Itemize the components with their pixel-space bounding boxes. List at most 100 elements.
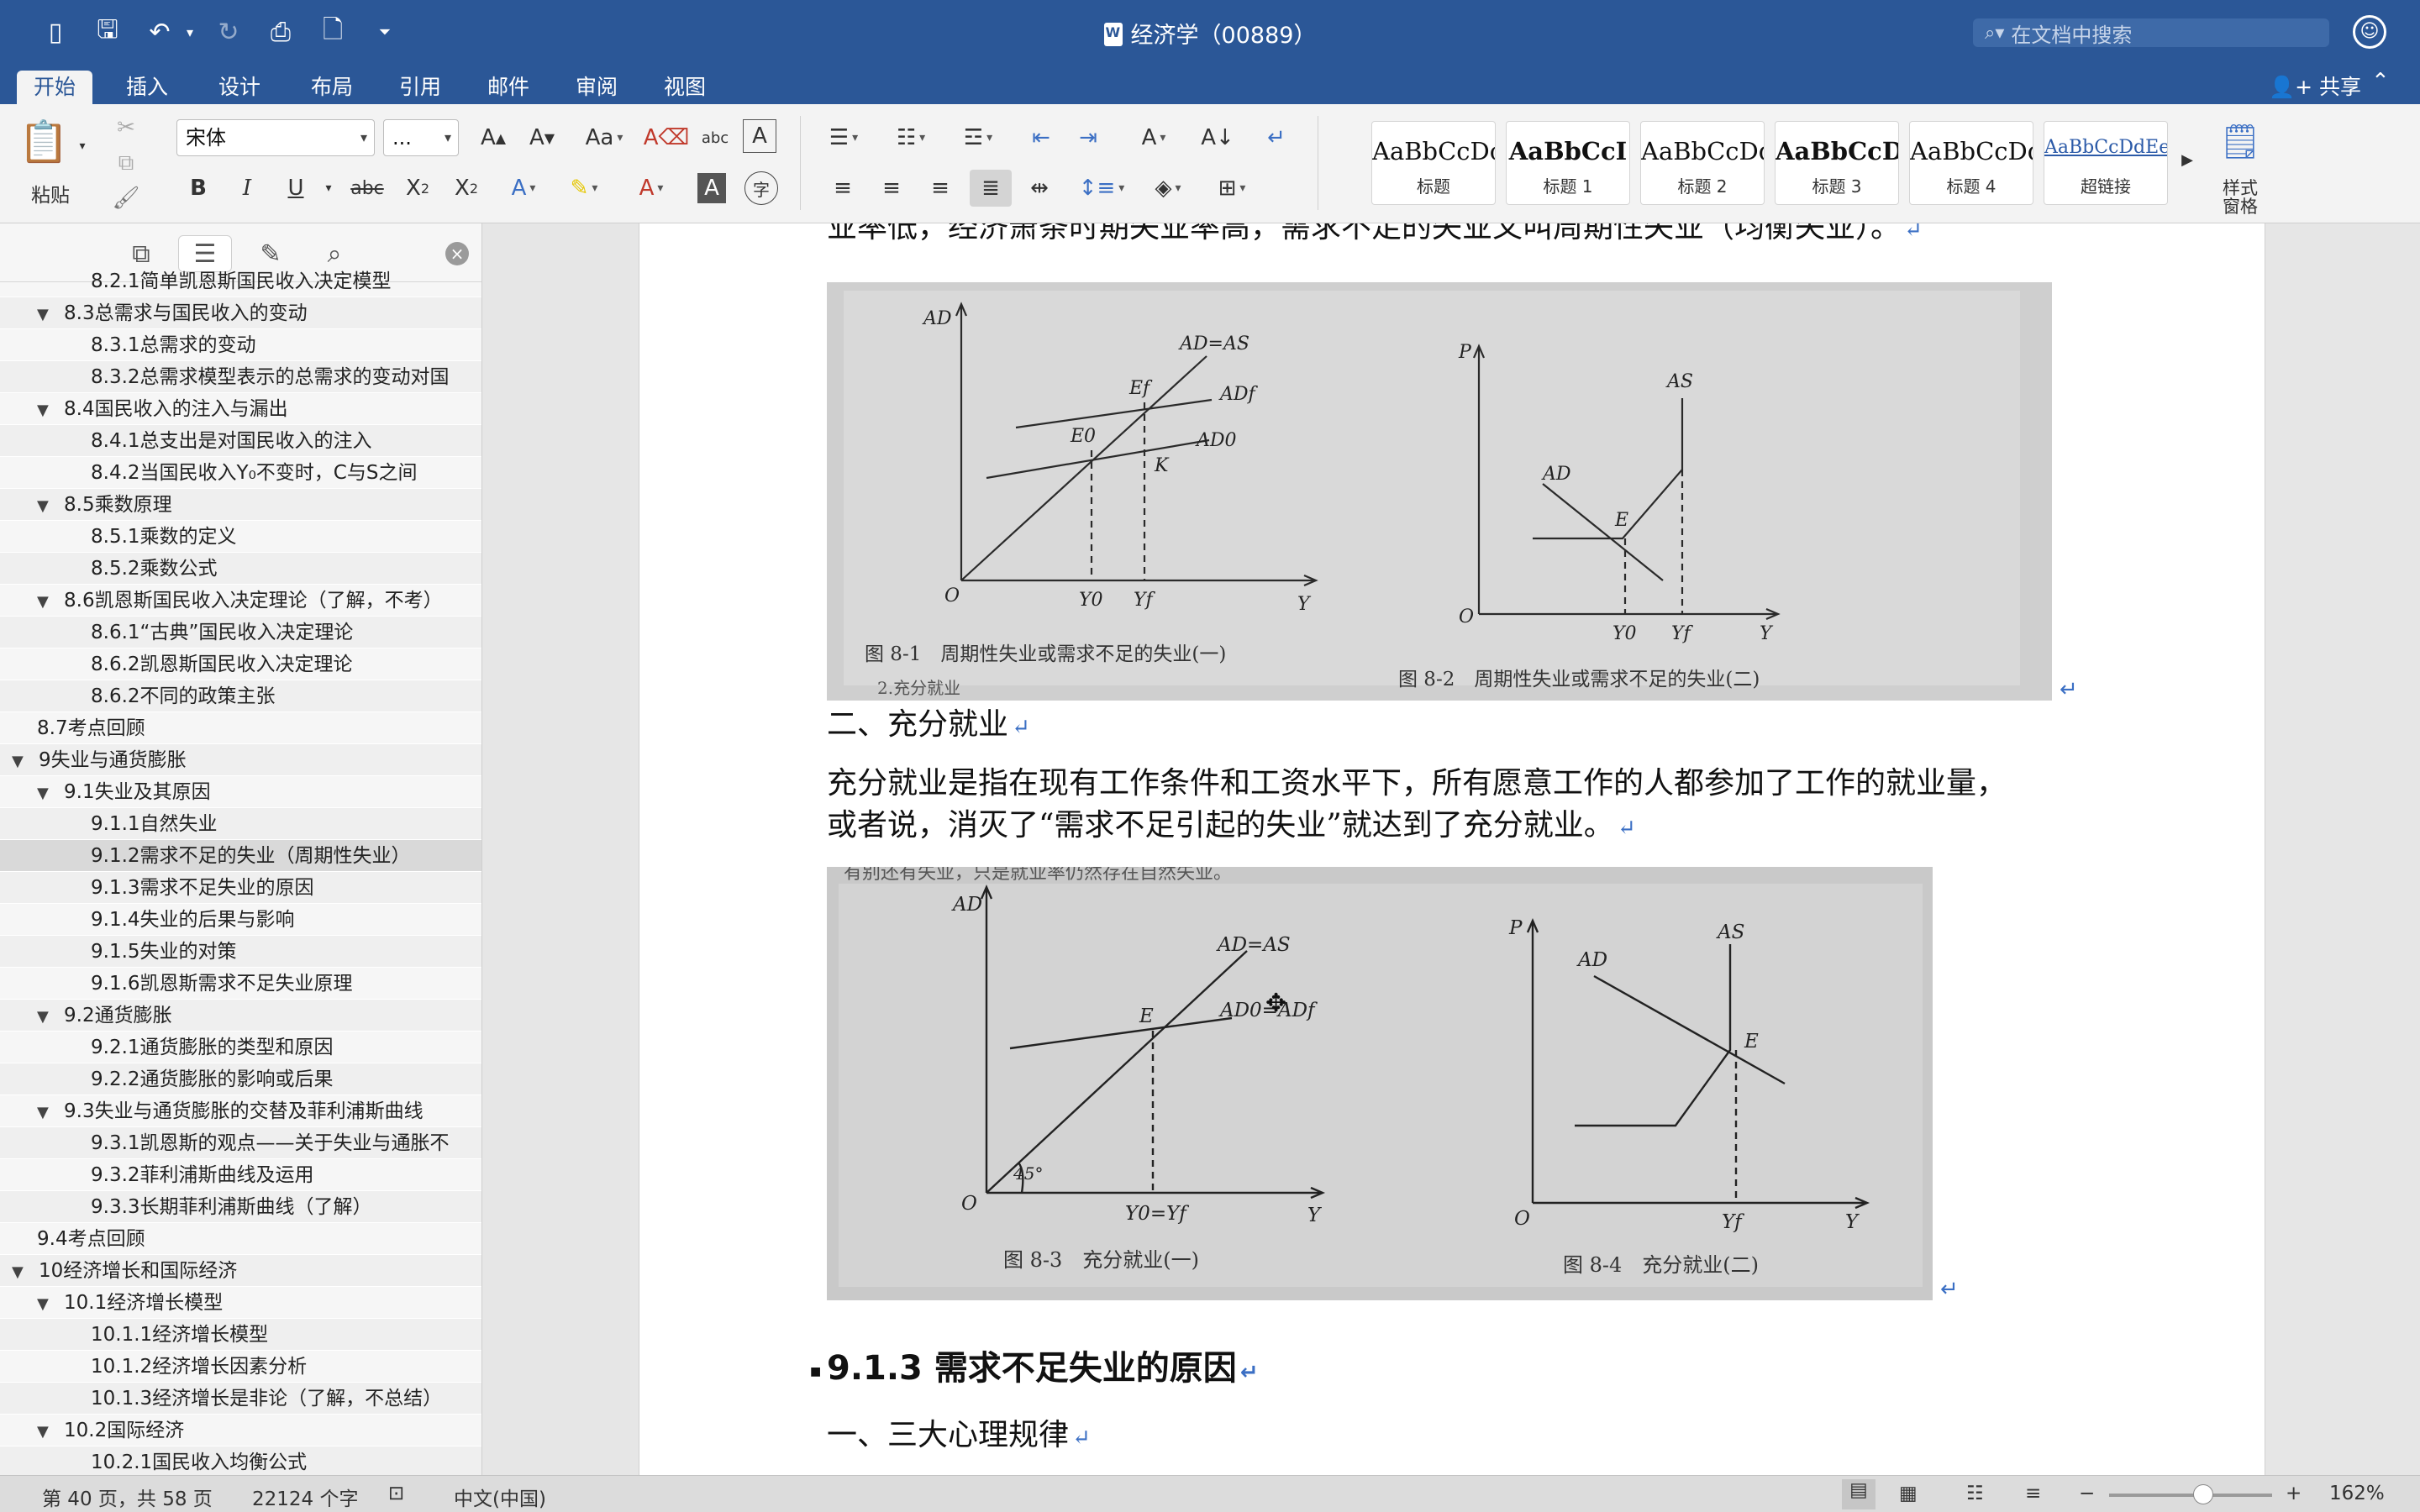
document-area[interactable]: 业率低，经济萧条时期失业率高，需求不足的失业又叫周期性失业（均衡失业）。 ↵ A… xyxy=(483,223,2420,1475)
outline-item[interactable]: 9.3.1凯恩斯的观点——关于失业与通胀不 xyxy=(0,1127,481,1159)
character-shading-icon[interactable]: A xyxy=(697,173,726,203)
superscript-icon[interactable]: X2 xyxy=(445,170,487,207)
numbering-icon[interactable]: ☷ ▾ xyxy=(884,119,938,156)
paragraph-top[interactable]: 业率低，经济萧条时期失业率高，需求不足的失业又叫周期性失业（均衡失业）。 ↵ xyxy=(827,223,1923,251)
font-name-combo[interactable]: 宋体 ▾ xyxy=(176,119,375,156)
outline-item[interactable]: 9.2.2通货膨胀的影响或后果 xyxy=(0,1063,481,1095)
tab-6[interactable]: 审阅 xyxy=(559,71,634,104)
outline-item[interactable]: ▼ 9.1失业及其原因 xyxy=(0,776,481,808)
outline-item[interactable]: 8.4.2当国民收入Y₀不变时，C与S之间 xyxy=(0,457,481,489)
tab-3[interactable]: 布局 xyxy=(294,71,370,104)
share-button[interactable]: 👤+ 共享 xyxy=(2269,71,2361,101)
collapse-ribbon-icon[interactable]: ⌃ xyxy=(2371,69,2390,94)
character-border-icon[interactable]: A xyxy=(743,119,776,153)
outline-item[interactable]: 9.3.2菲利浦斯曲线及运用 xyxy=(0,1159,481,1191)
web-layout-view-icon[interactable]: ▦ xyxy=(1899,1483,1918,1504)
outline-item[interactable]: ▼ 10经济增长和国际经济 xyxy=(0,1255,481,1287)
outline-item[interactable]: 8.3.2总需求模型表示的总需求的变动对国 xyxy=(0,361,481,393)
expand-triangle-icon[interactable]: ▼ xyxy=(37,1097,54,1126)
shading-icon[interactable]: ◈ ▾ xyxy=(1141,170,1195,207)
paste-dropdown-icon[interactable]: ▾ xyxy=(74,128,91,165)
style-card-1[interactable]: AaBbCcI 标题 1 xyxy=(1506,121,1630,205)
align-right-icon[interactable]: ≡ xyxy=(921,170,960,207)
outline-item[interactable]: 8.2.1简单凯恩斯国民收入决定模型 xyxy=(0,265,481,297)
outline-item[interactable]: ▼ 8.3总需求与国民收入的变动 xyxy=(0,297,481,329)
outline-item[interactable]: ▼ 8.6凯恩斯国民收入决定理论（了解，不考） xyxy=(0,585,481,617)
full-employment-line-2[interactable]: 或者说，消灭了“需求不足引起的失业”就达到了充分就业。 ↵ xyxy=(827,805,1636,849)
outline-item[interactable]: 8.4.1总支出是对国民收入的注入 xyxy=(0,425,481,457)
subscript-icon[interactable]: X2 xyxy=(397,170,439,207)
expand-triangle-icon[interactable]: ▼ xyxy=(37,586,54,616)
italic-icon[interactable]: I xyxy=(229,170,266,207)
outline-item[interactable]: 8.5.1乘数的定义 xyxy=(0,521,481,553)
outline-item[interactable]: 10.2.1国民收入均衡公式 xyxy=(0,1446,481,1475)
language[interactable]: 中文(中国) xyxy=(454,1483,546,1511)
new-document-icon[interactable]: 🗋 xyxy=(311,15,355,49)
tab-1[interactable]: 插入 xyxy=(109,71,185,104)
outline-item[interactable]: 8.6.2凯恩斯国民收入决定理论 xyxy=(0,648,481,680)
sort-icon[interactable]: A↓ xyxy=(1197,119,1239,156)
line-spacing-icon[interactable]: ↕≡ ▾ xyxy=(1074,170,1129,207)
outline-item[interactable]: 10.1.2经济增长因素分析 xyxy=(0,1351,481,1383)
outline-item[interactable]: ▼ 9.3失业与通货膨胀的交替及菲利浦斯曲线 xyxy=(0,1095,481,1127)
expand-triangle-icon[interactable]: ▼ xyxy=(37,1289,54,1318)
grow-font-icon[interactable]: A ▲ xyxy=(471,119,516,156)
style-card-0[interactable]: AaBbCcDc 标题 xyxy=(1371,121,1496,205)
redo-icon[interactable]: ↻ xyxy=(207,15,250,49)
expand-triangle-icon[interactable]: ▼ xyxy=(37,1001,54,1031)
styles-gallery-more-icon[interactable]: ▶ xyxy=(2176,141,2198,178)
copy-icon[interactable]: ⧉ xyxy=(109,144,143,181)
enclose-characters-icon[interactable]: 字 xyxy=(744,171,778,205)
bullets-icon[interactable]: ☰ ▾ xyxy=(817,119,871,156)
style-card-2[interactable]: AaBbCcDdI 标题 2 xyxy=(1640,121,1765,205)
outline-item[interactable]: 9.4考点回顾 xyxy=(0,1223,481,1255)
expand-triangle-icon[interactable]: ▼ xyxy=(12,746,29,775)
close-pane-icon[interactable]: × xyxy=(445,242,469,265)
multilevel-list-icon[interactable]: ☲ ▾ xyxy=(951,119,1005,156)
undo-dropdown-icon[interactable]: ▾ xyxy=(182,15,198,49)
style-card-3[interactable]: AaBbCcDc 标题 3 xyxy=(1775,121,1899,205)
align-center-icon[interactable]: ≡ xyxy=(872,170,911,207)
print-icon[interactable]: ⎙ xyxy=(259,15,302,49)
outline-item[interactable]: 8.3.1总需求的变动 xyxy=(0,329,481,361)
zoom-in-icon[interactable]: + xyxy=(2286,1483,2302,1504)
page-info[interactable]: 第 40 页，共 58 页 xyxy=(42,1483,213,1511)
print-layout-view-icon[interactable]: ▤ xyxy=(1842,1479,1876,1509)
expand-triangle-icon[interactable]: ▼ xyxy=(37,395,54,424)
outline-item[interactable]: ▼ 9.2通货膨胀 xyxy=(0,1000,481,1032)
outline-item[interactable]: 9.2.1通货膨胀的类型和原因 xyxy=(0,1032,481,1063)
outline-item[interactable]: 8.5.2乘数公式 xyxy=(0,553,481,585)
document-search-input[interactable]: ⌕▾ 在文档中搜索 xyxy=(1973,18,2329,47)
font-size-combo[interactable]: ... ▾ xyxy=(383,119,459,156)
expand-triangle-icon[interactable]: ▼ xyxy=(37,491,54,520)
outline-item[interactable]: 9.1.5失业的对策 xyxy=(0,936,481,968)
styles-pane-label[interactable]: 样式 窗格 xyxy=(2210,176,2270,218)
decrease-indent-icon[interactable]: ⇤ xyxy=(1020,119,1062,156)
zoom-slider-thumb[interactable] xyxy=(2193,1484,2213,1504)
section-2-title[interactable]: 二、充分就业 ↵ xyxy=(827,704,1030,748)
outline-view-icon[interactable]: ☷ xyxy=(1966,1483,1984,1504)
outline-item[interactable]: ▼ 8.5乘数原理 xyxy=(0,489,481,521)
tab-5[interactable]: 邮件 xyxy=(471,71,546,104)
style-card-4[interactable]: AaBbCcDdE 标题 4 xyxy=(1909,121,2033,205)
document-page[interactable]: 业率低，经济萧条时期失业率高，需求不足的失业又叫周期性失业（均衡失业）。 ↵ A… xyxy=(639,223,2265,1475)
expand-triangle-icon[interactable]: ▼ xyxy=(12,1257,29,1286)
style-card-5[interactable]: AaBbCcDdEe 超链接 xyxy=(2044,121,2168,205)
strikethrough-icon[interactable]: abc xyxy=(346,170,388,207)
increase-indent-icon[interactable]: ⇥ xyxy=(1067,119,1109,156)
phonetic-guide-icon[interactable]: abc xyxy=(694,119,736,156)
justify-icon[interactable]: ≣ xyxy=(970,170,1012,207)
expand-triangle-icon[interactable]: ▼ xyxy=(37,299,54,328)
outline-item[interactable]: 8.6.2不同的政策主张 xyxy=(0,680,481,712)
cut-icon[interactable]: ✂ xyxy=(109,109,143,146)
outline-item[interactable]: 8.7考点回顾 xyxy=(0,712,481,744)
underline-icon[interactable]: U xyxy=(277,170,314,207)
zoom-slider[interactable] xyxy=(2109,1494,2272,1497)
format-painter-icon[interactable]: 🖌 xyxy=(109,180,143,217)
clear-formatting-icon[interactable]: A⌫ xyxy=(644,119,690,156)
full-employment-line-1[interactable]: 充分就业是指在现有工作条件和工资水平下，所有愿意工作的人都参加了工作的就业量， xyxy=(827,763,2007,805)
expand-triangle-icon[interactable]: ▼ xyxy=(37,778,54,807)
zoom-out-icon[interactable]: − xyxy=(2079,1483,2095,1504)
figure-8-3-8-4[interactable]: AD O Y AD=AS AD0=ADf E 45° Y0=Yf P AS AD… xyxy=(827,867,1933,1300)
font-color-icon[interactable]: A ▾ xyxy=(625,170,677,207)
